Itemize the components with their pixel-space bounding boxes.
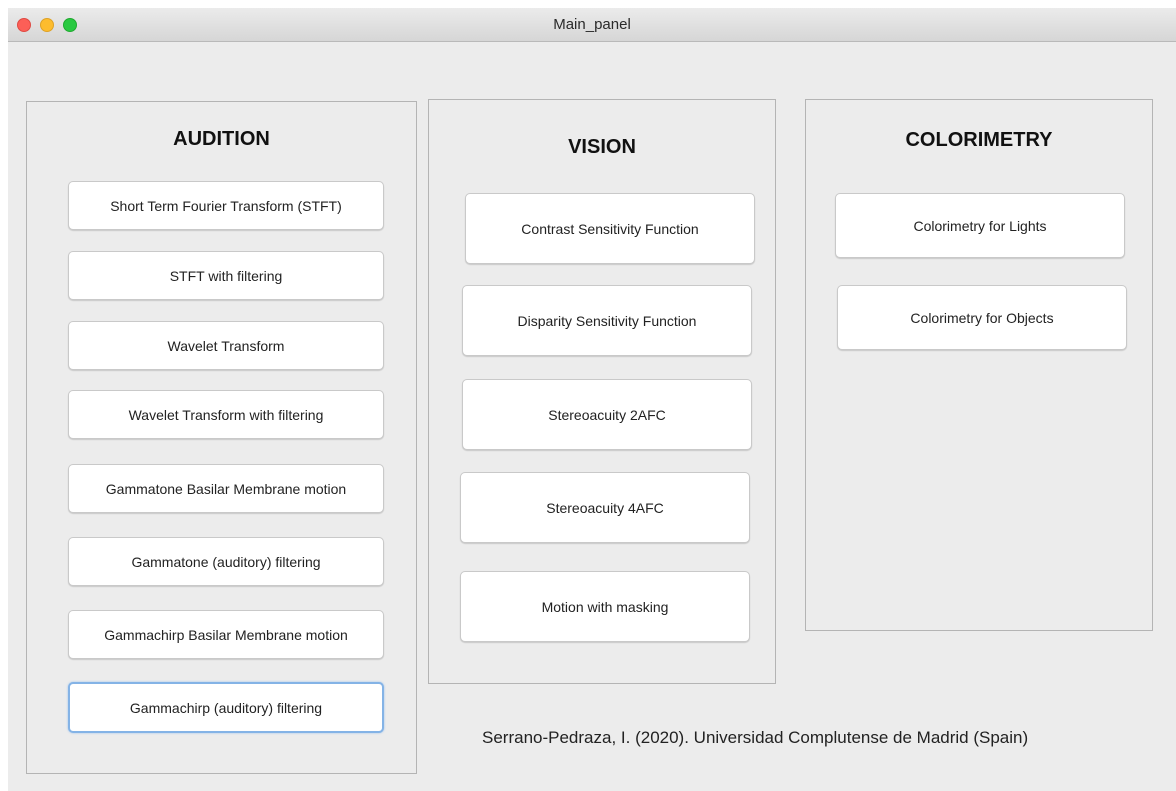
colorimetry-panel: COLORIMETRY Colorimetry for Lights Color… [805,99,1153,631]
gammachirp-bm-motion-button[interactable]: Gammachirp Basilar Membrane motion [68,610,384,659]
colorimetry-objects-button[interactable]: Colorimetry for Objects [837,285,1127,350]
stereoacuity-2afc-button[interactable]: Stereoacuity 2AFC [462,379,752,450]
credits-text: Serrano-Pedraza, I. (2020). Universidad … [482,728,1029,747]
audition-panel: AUDITION Short Term Fourier Transform (S… [26,101,417,774]
stereoacuity-4afc-button[interactable]: Stereoacuity 4AFC [460,472,750,543]
vision-panel: VISION Contrast Sensitivity Function Dis… [428,99,776,684]
main-window: Main_panel AUDITION Short Term Fourier T… [8,8,1176,791]
gammachirp-filtering-button[interactable]: Gammachirp (auditory) filtering [68,682,384,733]
window-title: Main_panel [553,16,631,33]
stft-button[interactable]: Short Term Fourier Transform (STFT) [68,181,384,230]
gammatone-bm-motion-button[interactable]: Gammatone Basilar Membrane motion [68,464,384,513]
colorimetry-title: COLORIMETRY [905,129,1053,151]
wavelet-filtering-button[interactable]: Wavelet Transform with filtering [68,390,384,439]
motion-masking-button[interactable]: Motion with masking [460,571,750,642]
stft-filtering-button[interactable]: STFT with filtering [68,251,384,300]
gammatone-filtering-button[interactable]: Gammatone (auditory) filtering [68,537,384,586]
audition-title: AUDITION [173,128,270,150]
wavelet-transform-button[interactable]: Wavelet Transform [68,321,384,370]
disparity-sensitivity-button[interactable]: Disparity Sensitivity Function [462,285,752,356]
title-bar[interactable]: Main_panel [8,8,1176,42]
vision-title: VISION [568,136,636,158]
colorimetry-lights-button[interactable]: Colorimetry for Lights [835,193,1125,258]
contrast-sensitivity-button[interactable]: Contrast Sensitivity Function [465,193,755,264]
